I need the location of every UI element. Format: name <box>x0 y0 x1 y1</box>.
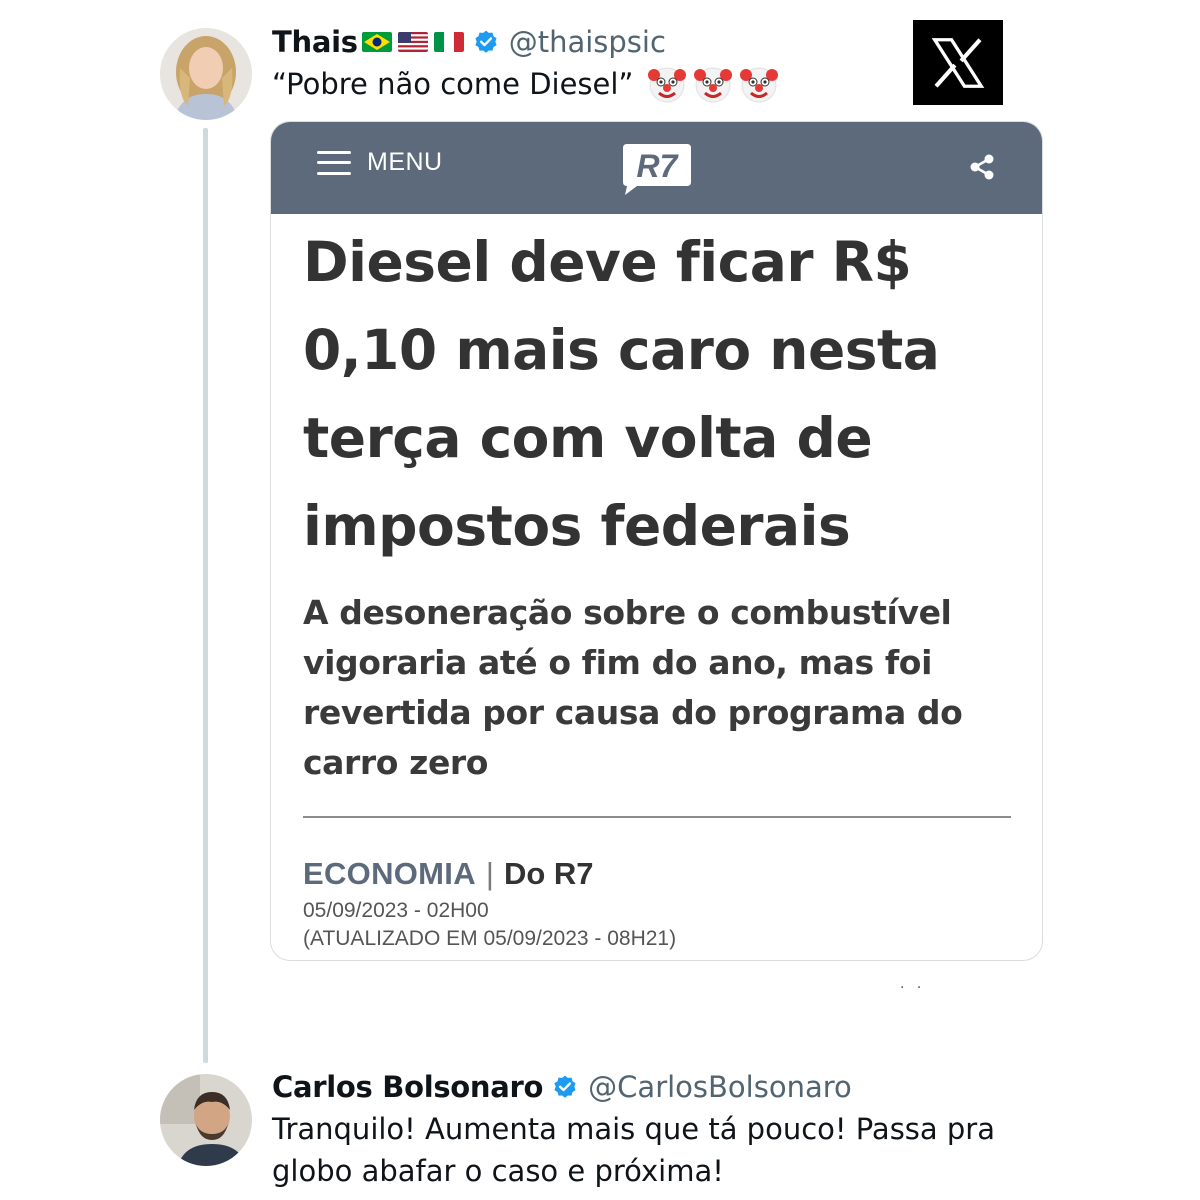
usa-flag-icon <box>397 32 428 52</box>
hamburger-icon <box>317 150 351 175</box>
article-source: Do R7 <box>503 856 594 891</box>
article-updated-date: (ATUALIZADO EM 05/09/2023 - 08H21) <box>303 927 677 950</box>
italy-flag-icon <box>433 32 464 52</box>
r7-header-bar: MENU R7 <box>271 122 1042 214</box>
article-subtitle: A desoneração sobre o combustível vigora… <box>303 593 963 782</box>
tweet2-header: Carlos Bolsonaro @CarlosBolsonaro <box>272 1067 852 1107</box>
tweet1-handle[interactable]: @thaispsic <box>509 25 666 59</box>
article-meta: ECONOMIA | Do R7 <box>303 856 594 892</box>
verified-icon <box>473 29 499 55</box>
article-headline: Diesel deve ficar R$ 0,10 mais caro nest… <box>303 230 940 558</box>
r7-logo-text: R7 <box>637 148 680 184</box>
tweet1-flags <box>361 32 464 52</box>
verified-icon <box>552 1074 578 1100</box>
tweet1-display-name[interactable]: Thais <box>272 25 358 59</box>
article-section[interactable]: ECONOMIA <box>303 856 476 892</box>
article-divider <box>303 816 1011 818</box>
article-published-date: 05/09/2023 - 02H00 <box>303 899 489 922</box>
tweet1-header: Thais @thaispsic <box>272 22 666 62</box>
clown-face-icon <box>739 64 779 104</box>
x-logo-icon <box>913 20 1003 105</box>
tweet2-handle[interactable]: @CarlosBolsonaro <box>588 1070 852 1104</box>
avatar-thais[interactable] <box>160 28 252 120</box>
tweet1-text: “Pobre não come Diesel” <box>272 63 779 105</box>
thread-connector-line <box>203 128 208 1063</box>
r7-logo[interactable]: R7 <box>621 142 693 196</box>
brazil-flag-icon <box>361 32 392 52</box>
menu-label: MENU <box>367 148 443 176</box>
meta-separator: | <box>485 856 494 891</box>
article-screenshot-card[interactable]: MENU R7 Diesel deve ficar R$ 0,10 mais c… <box>270 121 1043 961</box>
clown-face-icon <box>647 64 687 104</box>
tweet2-display-name[interactable]: Carlos Bolsonaro <box>272 1070 543 1104</box>
tweet1-text-content: “Pobre não come Diesel” <box>272 67 634 101</box>
tweet2-text: Tranquilo! Aumenta mais que tá pouco! Pa… <box>272 1112 996 1188</box>
clown-face-icon <box>693 64 733 104</box>
decorative-dots: · · <box>900 980 926 996</box>
avatar-carlos-bolsonaro[interactable] <box>160 1074 252 1166</box>
share-icon[interactable] <box>967 152 997 182</box>
menu-button[interactable]: MENU <box>317 148 443 177</box>
